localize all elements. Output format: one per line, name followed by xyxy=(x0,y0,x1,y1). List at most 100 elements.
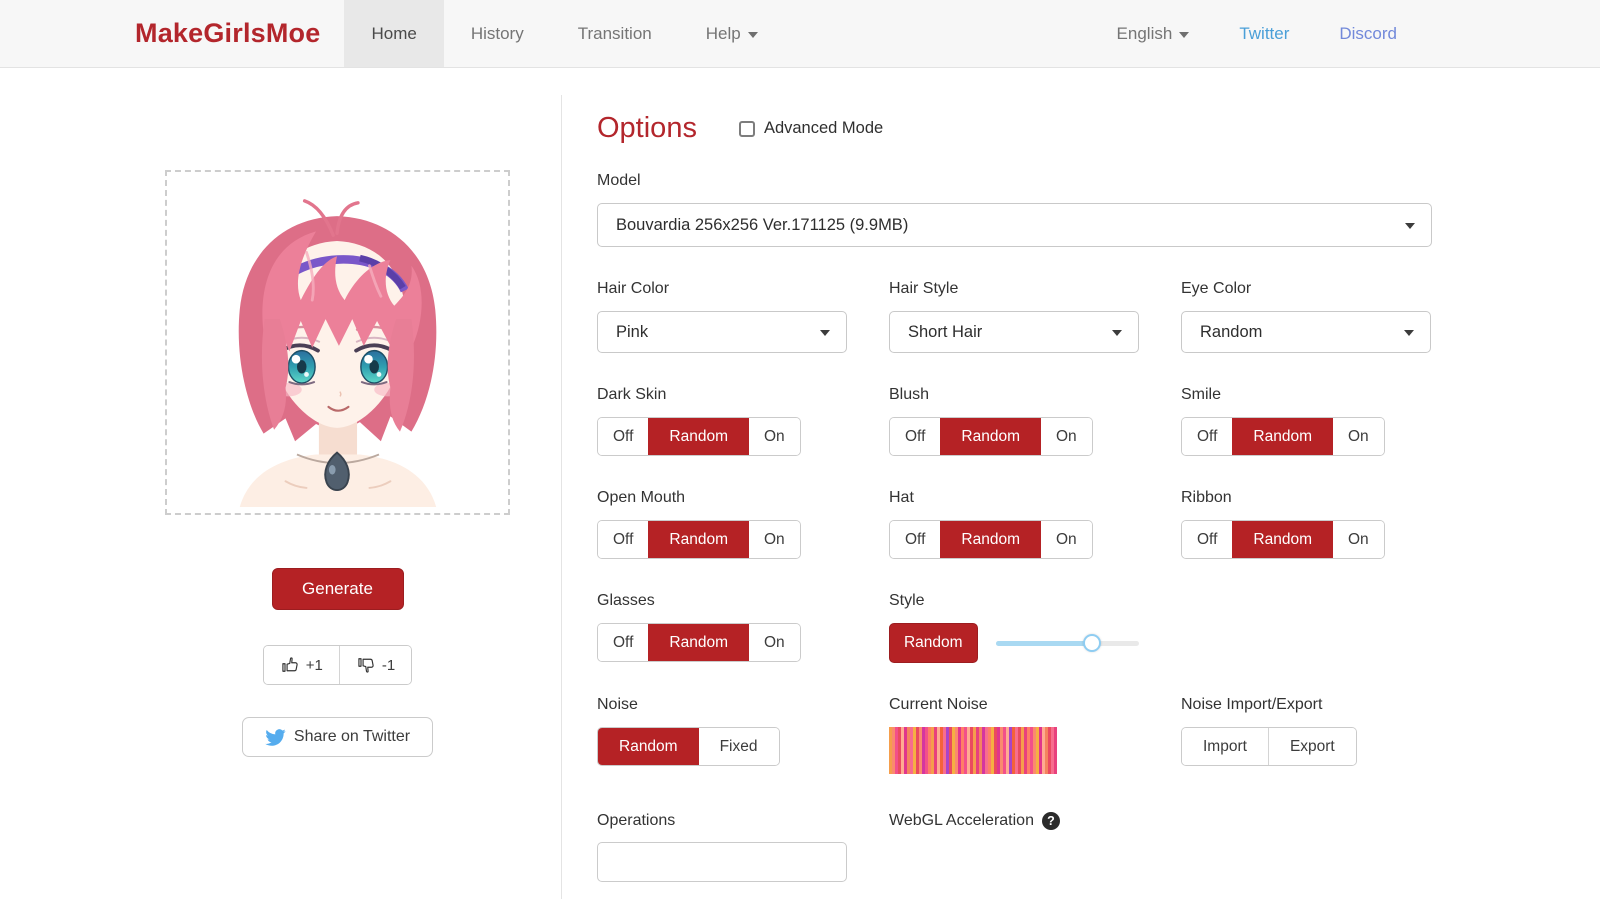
hair-color-value: Pink xyxy=(616,322,649,341)
brand-logo[interactable]: MakeGirlsMoe xyxy=(135,18,320,49)
smile-random[interactable]: Random xyxy=(1232,418,1333,455)
dark-skin-off[interactable]: Off xyxy=(598,418,649,455)
nav-tab-history-label: History xyxy=(470,23,524,43)
current-noise-label: Current Noise xyxy=(889,696,988,713)
thumbs-up-icon xyxy=(282,657,298,672)
style-random-button[interactable]: Random xyxy=(889,623,978,663)
caret-down-icon xyxy=(1179,31,1190,38)
nav-menu-help[interactable]: Help xyxy=(679,0,785,67)
hair-style-label: Hair Style xyxy=(889,280,959,297)
blush-toggle: Off Random On xyxy=(889,417,1093,456)
glasses-off[interactable]: Off xyxy=(598,624,649,661)
current-noise-strip xyxy=(889,727,1057,774)
noise-random[interactable]: Random xyxy=(598,728,699,765)
nav-items: Home History Transition Help xyxy=(344,0,784,67)
glasses-label: Glasses xyxy=(597,592,655,609)
noise-fixed[interactable]: Fixed xyxy=(698,728,779,765)
generate-button[interactable]: Generate xyxy=(271,568,404,610)
page: MakeGirlsMoe Home History Transition Hel… xyxy=(0,0,1600,899)
ribbon-on[interactable]: On xyxy=(1332,521,1384,558)
nav-menu-help-label: Help xyxy=(705,23,741,43)
downvote-label: -1 xyxy=(381,656,396,674)
twitter-link[interactable]: Twitter xyxy=(1221,24,1307,44)
noise-io-group: Import Export xyxy=(1181,727,1357,766)
ribbon-toggle: Off Random On xyxy=(1181,520,1385,559)
blush-on[interactable]: On xyxy=(1040,418,1092,455)
smile-on[interactable]: On xyxy=(1332,418,1384,455)
style-slider-handle[interactable] xyxy=(1082,634,1101,652)
discord-link[interactable]: Discord xyxy=(1321,24,1415,44)
language-selector[interactable]: English xyxy=(1099,24,1208,44)
options-panel: Options Advanced Mode Model Bouvardia 25… xyxy=(561,68,1600,882)
dark-skin-on[interactable]: On xyxy=(748,418,800,455)
style-label: Style xyxy=(889,592,925,609)
share-twitter-label: Share on Twitter xyxy=(293,728,411,745)
ribbon-label: Ribbon xyxy=(1181,489,1232,506)
noise-io-label: Noise Import/Export xyxy=(1181,696,1323,713)
dark-skin-random[interactable]: Random xyxy=(648,418,749,455)
blush-random[interactable]: Random xyxy=(940,418,1041,455)
hair-color-label: Hair Color xyxy=(597,280,670,297)
column-divider xyxy=(561,95,562,899)
style-slider[interactable] xyxy=(995,634,1139,652)
open-mouth-off[interactable]: Off xyxy=(598,521,649,558)
hat-toggle: Off Random On xyxy=(889,520,1093,559)
hat-random[interactable]: Random xyxy=(940,521,1041,558)
caret-down-icon xyxy=(1112,330,1122,336)
caret-down-icon xyxy=(747,31,758,38)
model-select[interactable]: Bouvardia 256x256 Ver.171125 (9.9MB) xyxy=(597,203,1432,247)
nav-tab-history[interactable]: History xyxy=(444,0,551,67)
navbar: MakeGirlsMoe Home History Transition Hel… xyxy=(0,0,1600,68)
smile-toggle: Off Random On xyxy=(1181,417,1385,456)
nav-tab-home-label: Home xyxy=(371,23,417,43)
options-title: Options xyxy=(597,112,697,144)
smile-off[interactable]: Off xyxy=(1182,418,1233,455)
smile-label: Smile xyxy=(1181,386,1222,403)
downvote-button[interactable]: -1 xyxy=(338,646,412,684)
upvote-label: +1 xyxy=(305,656,323,674)
dark-skin-label: Dark Skin xyxy=(597,386,667,403)
generated-image-frame xyxy=(165,170,510,515)
hat-on[interactable]: On xyxy=(1040,521,1092,558)
main-content: Generate +1 -1 Share on Twitter Options … xyxy=(0,68,1600,882)
glasses-on[interactable]: On xyxy=(748,624,800,661)
hat-off[interactable]: Off xyxy=(890,521,941,558)
generated-character-image xyxy=(238,199,437,507)
open-mouth-random[interactable]: Random xyxy=(648,521,749,558)
nav-tab-home[interactable]: Home xyxy=(344,0,444,67)
upvote-button[interactable]: +1 xyxy=(263,646,339,684)
caret-down-icon xyxy=(820,330,830,336)
ribbon-random[interactable]: Random xyxy=(1232,521,1333,558)
blush-label: Blush xyxy=(889,386,930,403)
hair-style-select[interactable]: Short Hair xyxy=(889,311,1139,353)
vote-button-group: +1 -1 xyxy=(262,645,413,685)
open-mouth-label: Open Mouth xyxy=(597,489,686,506)
noise-import-button[interactable]: Import xyxy=(1182,728,1268,765)
eye-color-value: Random xyxy=(1200,322,1263,341)
advanced-mode-checkbox[interactable] xyxy=(738,120,755,137)
glasses-toggle: Off Random On xyxy=(597,623,801,662)
ribbon-off[interactable]: Off xyxy=(1182,521,1233,558)
eye-color-select[interactable]: Random xyxy=(1181,311,1431,353)
advanced-mode-toggle[interactable]: Advanced Mode xyxy=(738,119,883,138)
operations-label: Operations xyxy=(597,812,676,829)
nav-tab-transition[interactable]: Transition xyxy=(551,0,679,67)
hair-color-select[interactable]: Pink xyxy=(597,311,847,353)
operations-control-cutoff[interactable] xyxy=(597,842,847,882)
hair-style-value: Short Hair xyxy=(908,322,983,341)
help-question-icon[interactable]: ? xyxy=(1041,812,1060,830)
language-label: English xyxy=(1116,23,1173,43)
caret-down-icon xyxy=(1405,223,1415,229)
blush-off[interactable]: Off xyxy=(890,418,941,455)
twitter-link-label: Twitter xyxy=(1239,23,1290,43)
noise-export-button[interactable]: Export xyxy=(1267,728,1356,765)
open-mouth-on[interactable]: On xyxy=(748,521,800,558)
hat-label: Hat xyxy=(889,489,914,506)
nav-tab-transition-label: Transition xyxy=(577,23,652,43)
open-mouth-toggle: Off Random On xyxy=(597,520,801,559)
glasses-random[interactable]: Random xyxy=(648,624,749,661)
share-twitter-button[interactable]: Share on Twitter xyxy=(241,717,434,757)
caret-down-icon xyxy=(1404,330,1414,336)
discord-link-label: Discord xyxy=(1339,23,1397,43)
style-slider-fill xyxy=(995,641,1092,646)
